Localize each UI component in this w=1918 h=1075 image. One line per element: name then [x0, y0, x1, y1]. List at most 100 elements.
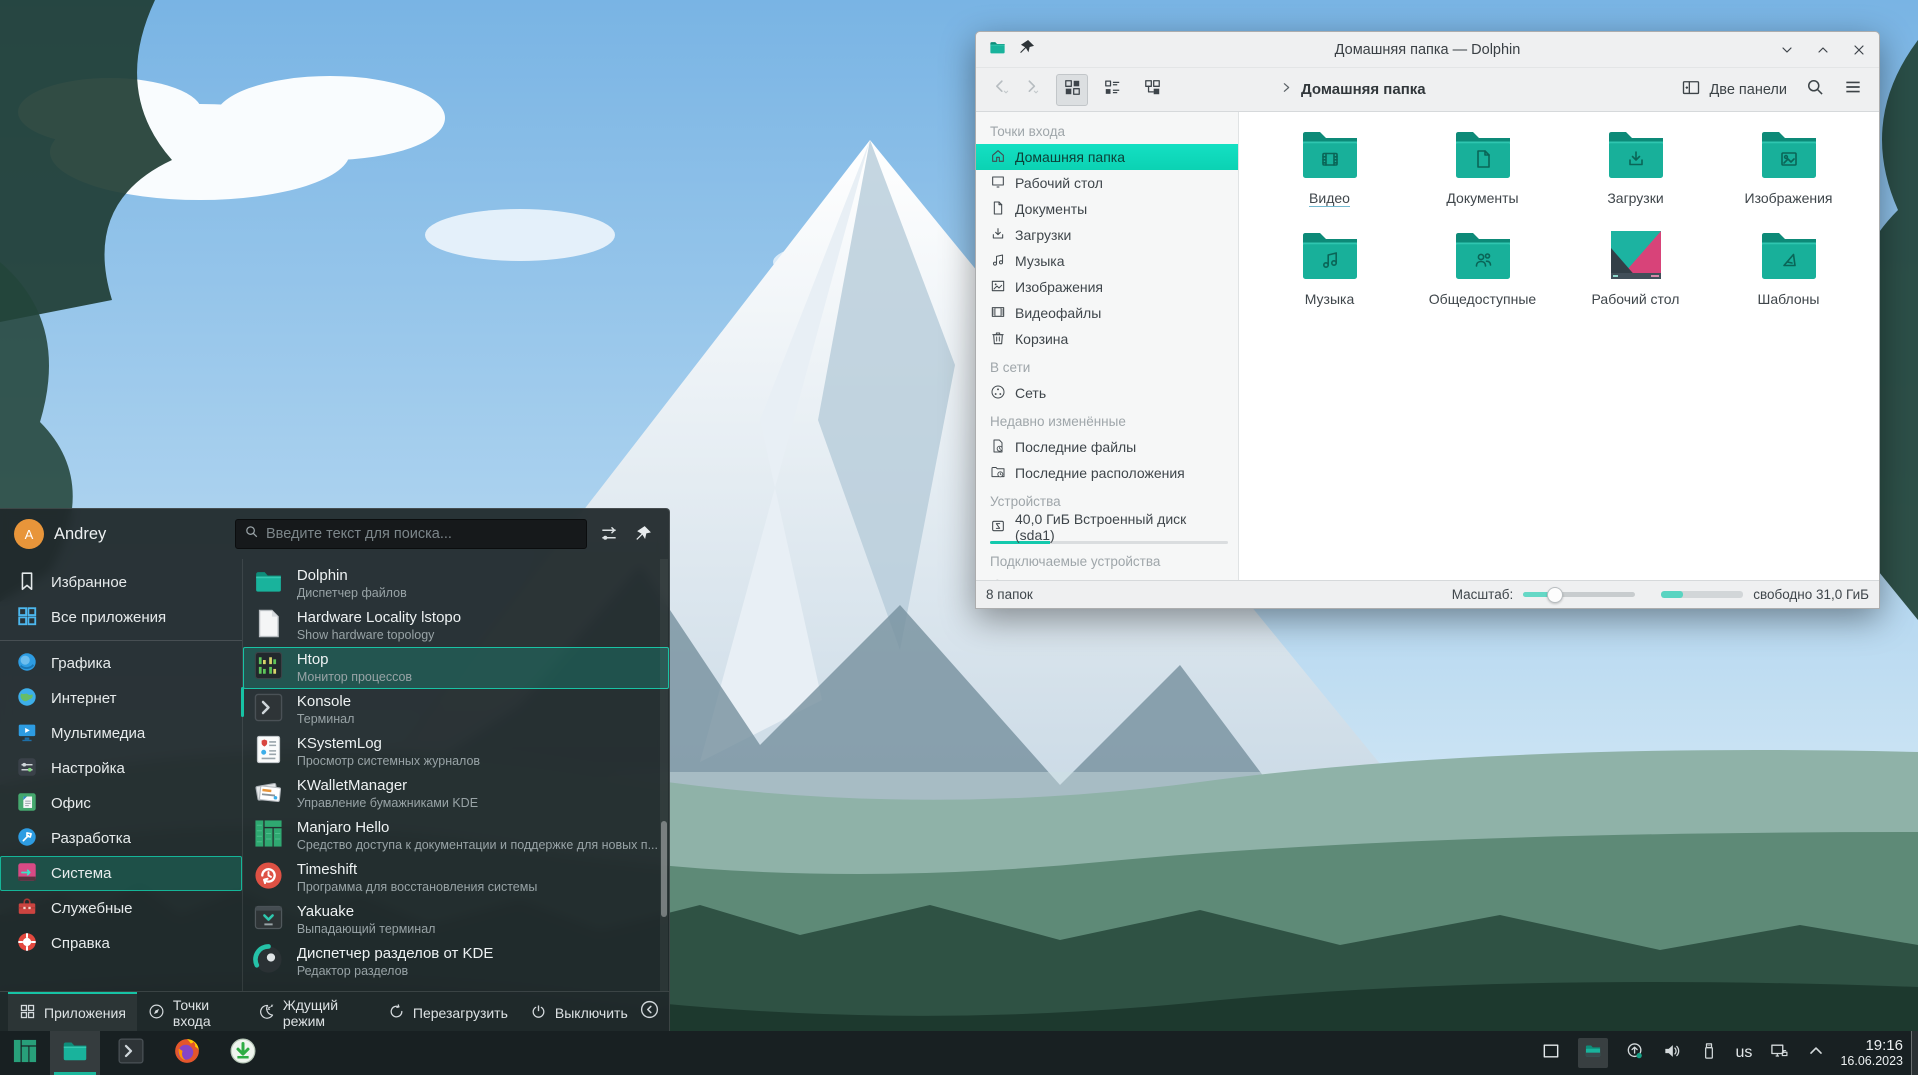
places-item[interactable]: Документы	[976, 196, 1238, 222]
search-input[interactable]	[266, 526, 578, 542]
forward-button[interactable]	[1016, 75, 1046, 105]
task-dolphin[interactable]	[50, 1031, 100, 1075]
footer-tab-moon[interactable]: Ждущий режим	[247, 992, 377, 1031]
folder-tile[interactable]: Загрузки	[1559, 122, 1712, 207]
chevron-up-tray[interactable]	[1806, 1041, 1826, 1066]
footer-tab-restart[interactable]: Перезагрузить	[377, 992, 519, 1031]
search-icon[interactable]	[1805, 77, 1825, 102]
task-firefox[interactable]	[162, 1031, 212, 1075]
sidebar-item-apps-grid[interactable]: Все приложения	[0, 600, 242, 635]
app-item-kwallet[interactable]: KWalletManagerУправление бумажниками KDE	[243, 773, 669, 815]
folder-tile[interactable]: Документы	[1406, 122, 1559, 207]
app-scrollbar-track[interactable]	[660, 559, 668, 991]
sidebar-item-internet[interactable]: Интернет	[0, 681, 242, 716]
chevron-up-icon	[1806, 1041, 1826, 1066]
footer-tab-apps-grid-mono[interactable]: Приложения	[8, 992, 137, 1031]
folder-tray-tray[interactable]	[1578, 1038, 1608, 1068]
minimize-icon[interactable]	[1779, 42, 1795, 58]
footer-tab-power[interactable]: Выключить	[519, 992, 639, 1031]
folder-tile[interactable]: Видео	[1253, 122, 1406, 207]
task-updater[interactable]	[218, 1031, 268, 1075]
app-item-partition[interactable]: Диспетчер разделов от KDEРедактор раздел…	[243, 941, 669, 983]
app-item-timeshift[interactable]: TimeshiftПрограмма для восстановления си…	[243, 857, 669, 899]
back-button[interactable]	[986, 75, 1016, 105]
folder-tile[interactable]: Изображения	[1712, 122, 1865, 207]
app-item-ksystemlog[interactable]: KSystemLogПросмотр системных журналов	[243, 731, 669, 773]
places-item[interactable]: Последние файлы	[976, 434, 1238, 460]
app-item-yakuake[interactable]: YakuakeВыпадающий терминал	[243, 899, 669, 941]
usb-tray[interactable]	[1699, 1041, 1719, 1066]
places-item[interactable]: Корзина	[976, 326, 1238, 352]
sidebar-item-office[interactable]: Офис	[0, 786, 242, 821]
places-item-label: Музыка	[1015, 253, 1065, 269]
pin-icon[interactable]	[631, 522, 655, 546]
dolphin-titlebar[interactable]: Домашняя папка — Dolphin	[976, 32, 1879, 68]
details-view-button[interactable]	[1096, 74, 1128, 106]
dolphin-icon	[60, 1036, 90, 1071]
folder-tile[interactable]: Шаблоны	[1712, 223, 1865, 307]
zoom-slider[interactable]	[1523, 592, 1635, 597]
app-scrollbar[interactable]	[661, 821, 667, 917]
configure-icon[interactable]	[597, 522, 621, 546]
network-wired-tray[interactable]	[1769, 1041, 1789, 1066]
places-item[interactable]: Изображения	[976, 274, 1238, 300]
sidebar-item-multimedia[interactable]: Мультимедиа	[0, 716, 242, 751]
zoom-slider-knob[interactable]	[1547, 587, 1563, 603]
pin-icon[interactable]	[1017, 38, 1036, 62]
tree-view-button[interactable]	[1136, 74, 1168, 106]
footer-tab-compass[interactable]: Точки входа	[137, 992, 247, 1031]
places-item[interactable]: Музыка	[976, 248, 1238, 274]
app-item-description: Show hardware topology	[297, 628, 461, 643]
split-view-button[interactable]: Две панели	[1681, 78, 1787, 102]
search-box[interactable]	[235, 519, 587, 549]
app-item-dolphin[interactable]: DolphinДиспетчер файлов	[243, 563, 669, 605]
app-item-htop[interactable]: HtopМонитор процессов	[243, 647, 669, 689]
dolphin-folder-view[interactable]: ВидеоДокументыЗагрузкиИзображения МузыкаО…	[1239, 112, 1879, 580]
collapse-button[interactable]	[639, 999, 661, 1025]
harddisk-icon	[990, 518, 1006, 537]
places-item[interactable]: Домашняя папка	[976, 144, 1238, 170]
app-item-manjaro[interactable]: Manjaro HelloСредство доступа к документ…	[243, 815, 669, 857]
places-item[interactable]: 40,0 ГиБ Встроенный диск (sda1)	[976, 514, 1238, 540]
places-item[interactable]: Сеть	[976, 380, 1238, 406]
avatar[interactable]: A	[14, 519, 44, 549]
internet-icon	[16, 686, 38, 712]
split-panel-icon	[1681, 78, 1701, 102]
places-item[interactable]: Рабочий стол	[976, 170, 1238, 196]
places-item[interactable]: Загрузки	[976, 222, 1238, 248]
breadcrumb-label[interactable]: Домашняя папка	[1301, 81, 1426, 98]
sidebar-item-bookmark[interactable]: Избранное	[0, 565, 242, 600]
places-item[interactable]: Видеофайлы	[976, 300, 1238, 326]
show-desktop-tray[interactable]	[1541, 1041, 1561, 1066]
icons-view-button[interactable]	[1056, 74, 1088, 106]
update-notifier-tray[interactable]	[1625, 1041, 1645, 1066]
sidebar-item-graphics[interactable]: Графика	[0, 646, 242, 681]
folder-tile[interactable]: Общедоступные	[1406, 223, 1559, 307]
folder-tile[interactable]: Рабочий стол	[1559, 223, 1712, 307]
ksystemlog-icon	[252, 733, 285, 771]
sidebar-item-utilities[interactable]: Служебные	[0, 891, 242, 926]
keyboard-layout-indicator[interactable]: us	[1736, 1044, 1753, 1062]
app-item-konsole[interactable]: KonsoleТерминал	[243, 689, 669, 731]
maximize-icon[interactable]	[1815, 42, 1831, 58]
folder-tile[interactable]: Музыка	[1253, 223, 1406, 307]
task-konsole[interactable]	[106, 1031, 156, 1075]
hamburger-icon[interactable]	[1843, 77, 1863, 102]
sidebar-item-system[interactable]: Система	[0, 856, 242, 891]
footer-tab-label: Приложения	[44, 1005, 126, 1021]
sidebar-item-settings[interactable]: Настройка	[0, 751, 242, 786]
places-item[interactable]: Последние расположения	[976, 460, 1238, 486]
volume-tray[interactable]	[1662, 1041, 1682, 1066]
launcher-footer: Приложения Точки входаЖдущий режимПерезаг…	[0, 991, 669, 1031]
app-item-lstopo[interactable]: Hardware Locality lstopoShow hardware to…	[243, 605, 669, 647]
sidebar-item-development[interactable]: Разработка	[0, 821, 242, 856]
launcher-button[interactable]	[6, 1034, 44, 1072]
sidebar-item-help[interactable]: Справка	[0, 926, 242, 961]
show-desktop-strip[interactable]	[1911, 1031, 1918, 1075]
breadcrumb[interactable]: Домашняя папка	[1280, 81, 1426, 99]
trash-icon	[990, 330, 1006, 349]
close-icon[interactable]	[1851, 42, 1867, 58]
app-item-text: TimeshiftПрограмма для восстановления си…	[297, 861, 537, 895]
clock[interactable]: 19:16 16.06.2023	[1840, 1037, 1903, 1069]
category-label: Разработка	[51, 830, 131, 847]
